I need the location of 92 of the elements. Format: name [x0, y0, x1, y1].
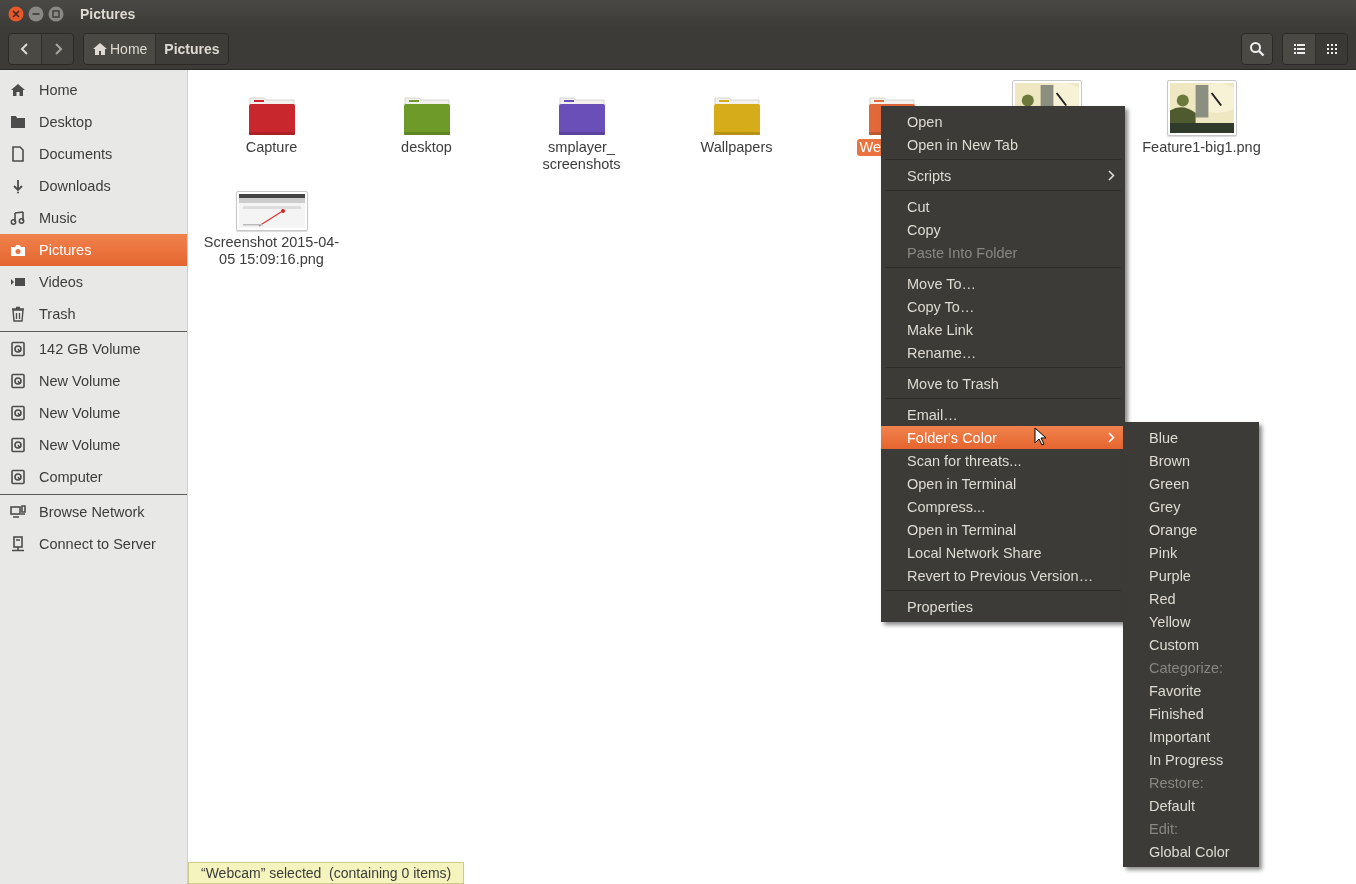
music-note-icon: [10, 210, 26, 226]
menu-item[interactable]: Pink: [1123, 541, 1259, 564]
sidebar-item[interactable]: Downloads: [0, 170, 187, 202]
folder-icon: [10, 114, 26, 130]
server-icon: [10, 536, 26, 552]
sidebar-item[interactable]: New Volume: [0, 397, 187, 429]
menu-item[interactable]: Finished: [1123, 702, 1259, 725]
sidebar-item[interactable]: Videos: [0, 266, 187, 298]
download-icon: [10, 178, 26, 194]
menu-item[interactable]: Custom: [1123, 633, 1259, 656]
menu-item[interactable]: Orange: [1123, 518, 1259, 541]
sidebar-item[interactable]: Browse Network: [0, 496, 187, 528]
forward-icon: [52, 41, 63, 56]
document-icon: [10, 146, 26, 162]
trash-icon: [10, 306, 26, 322]
file-name[interactable]: Screenshot 2015-04-05 15:09:16.png: [198, 234, 345, 268]
minimize-button[interactable]: [28, 6, 44, 22]
menu-item[interactable]: Copy: [881, 218, 1125, 241]
menu-item[interactable]: Favorite: [1123, 679, 1259, 702]
menu-item[interactable]: Local Network Share: [881, 541, 1125, 564]
menu-item[interactable]: Red: [1123, 587, 1259, 610]
menu-item[interactable]: Rename…: [881, 341, 1125, 364]
breadcrumb-button[interactable]: Home: [84, 33, 156, 64]
menu-item[interactable]: Default: [1123, 794, 1259, 817]
menu-item[interactable]: Properties: [881, 595, 1125, 618]
camera-icon: [10, 242, 26, 258]
menu-item[interactable]: Move to Trash: [881, 372, 1125, 395]
home-icon: [92, 41, 108, 56]
menu-item[interactable]: Purple: [1123, 564, 1259, 587]
maximize-button[interactable]: [48, 6, 64, 22]
window-title: Pictures: [80, 6, 136, 22]
sidebar-item[interactable]: Connect to Server: [0, 528, 187, 560]
menu-item[interactable]: Brown: [1123, 449, 1259, 472]
sidebar-item[interactable]: Computer: [0, 461, 187, 493]
menu-item[interactable]: Open: [881, 110, 1125, 133]
menu-item[interactable]: Important: [1123, 725, 1259, 748]
grid-icon: [1326, 43, 1337, 54]
sidebar-item[interactable]: Music: [0, 202, 187, 234]
menu-item[interactable]: Scan for threats...: [881, 449, 1125, 472]
menu-item[interactable]: Global Color: [1123, 840, 1259, 863]
file-name[interactable]: desktop: [398, 139, 455, 156]
back-button[interactable]: [9, 33, 41, 64]
sidebar-item[interactable]: Trash: [0, 298, 187, 330]
drive-icon: [10, 437, 26, 453]
file-name[interactable]: Wallpapers: [697, 139, 776, 156]
file-name[interactable]: Capture: [242, 139, 301, 156]
search-icon: [1249, 40, 1265, 57]
grid-view-button[interactable]: [1315, 33, 1347, 64]
menu-item[interactable]: Revert to Previous Version…: [881, 564, 1125, 587]
menu-item[interactable]: Make Link: [881, 318, 1125, 341]
sidebar-item[interactable]: 142 GB Volume: [0, 333, 187, 365]
sidebar-item[interactable]: Desktop: [0, 106, 187, 138]
drive-icon: [10, 405, 26, 421]
search-button[interactable]: [1241, 32, 1273, 65]
menu-item[interactable]: Open in New Tab: [881, 133, 1125, 156]
menu-item[interactable]: Open in Terminal: [881, 472, 1125, 495]
menu-item: Restore:: [1148, 773, 1205, 793]
drive-icon: [10, 341, 26, 357]
file-name[interactable]: Feature1-big1.png: [1139, 139, 1264, 156]
menu-item: Categorize:: [1148, 658, 1225, 678]
back-icon: [20, 41, 30, 56]
chevron-icon: [1108, 170, 1115, 181]
sidebar-item[interactable]: Documents: [0, 138, 187, 170]
drive-icon: [10, 373, 26, 389]
breadcrumb-button[interactable]: Pictures: [155, 33, 228, 64]
mouse-pointer-icon: [1034, 427, 1048, 447]
menu-item[interactable]: Green: [1123, 472, 1259, 495]
forward-button[interactable]: [41, 33, 73, 64]
menu-item: Edit:: [1148, 819, 1179, 839]
file-name[interactable]: smplayer_ screenshots: [508, 139, 655, 173]
drive-icon: [10, 469, 26, 485]
menu-item[interactable]: Scripts: [881, 164, 1125, 187]
close-button[interactable]: [8, 6, 24, 22]
list-icon: [1293, 43, 1305, 54]
menu-item[interactable]: Email…: [881, 403, 1125, 426]
menu-item[interactable]: Cut: [881, 195, 1125, 218]
sidebar-item[interactable]: Home: [0, 74, 187, 106]
menu-item[interactable]: Open in Terminal: [881, 518, 1125, 541]
list-view-button[interactable]: [1283, 33, 1315, 64]
menu-item[interactable]: Copy To…: [881, 295, 1125, 318]
menu-item[interactable]: Blue: [1123, 426, 1259, 449]
menu-item[interactable]: Grey: [1123, 495, 1259, 518]
menu-item[interactable]: Yellow: [1123, 610, 1259, 633]
home-icon: [10, 82, 26, 98]
menu-item[interactable]: Move To…: [881, 272, 1125, 295]
sidebar-item[interactable]: New Volume: [0, 429, 187, 461]
sidebar-item[interactable]: New Volume: [0, 365, 187, 397]
menu-item[interactable]: Compress...: [881, 495, 1125, 518]
status-label: “Webcam” selected (containing 0 items): [188, 862, 465, 884]
network-icon: [10, 504, 26, 520]
menu-item[interactable]: In Progress: [1123, 748, 1259, 771]
chevron-icon: [1108, 432, 1115, 443]
